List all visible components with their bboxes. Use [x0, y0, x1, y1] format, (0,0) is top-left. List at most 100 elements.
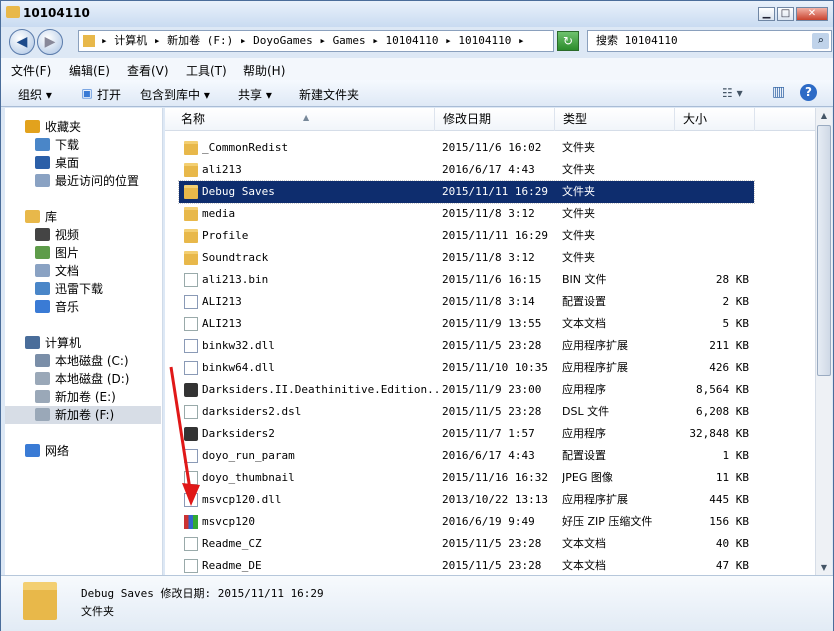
- maximize-button[interactable]: □: [777, 7, 794, 21]
- music-icon: [35, 300, 50, 313]
- file-row[interactable]: ali213 2016/6/17 4:43 文件夹: [179, 159, 754, 181]
- scrollbar-thumb[interactable]: [817, 125, 831, 376]
- minimize-button[interactable]: ▁: [758, 7, 775, 21]
- nav-item[interactable]: 新加卷 (F:): [5, 406, 161, 424]
- file-type: DSL 文件: [562, 405, 610, 418]
- back-icon[interactable]: ◀: [9, 29, 35, 55]
- file-row[interactable]: ALI213 2015/11/8 3:14 配置设置 2 KB: [179, 291, 754, 313]
- file-row[interactable]: binkw32.dll 2015/11/5 23:28 应用程序扩展 211 KB: [179, 335, 754, 357]
- file-date: 2015/11/8 3:12: [442, 251, 535, 264]
- nav-item-label: 新加卷 (E:): [55, 390, 116, 404]
- file-row[interactable]: ALI213 2015/11/9 13:55 文本文档 5 KB: [179, 313, 754, 335]
- file-date: 2015/11/11 16:29: [442, 185, 548, 198]
- search-icon[interactable]: ⌕: [812, 33, 829, 49]
- file-name: msvcp120.dll: [202, 493, 282, 506]
- search-input[interactable]: 搜索 10104110 ⌕: [587, 30, 832, 52]
- close-button[interactable]: ✕: [796, 7, 828, 21]
- document-icon: [184, 559, 198, 573]
- folder-icon: [184, 251, 198, 265]
- menu-help[interactable]: 帮助(H): [243, 62, 285, 79]
- refresh-icon[interactable]: ↻: [557, 31, 579, 51]
- menu-tools[interactable]: 工具(T): [186, 62, 227, 79]
- column-header-type[interactable]: 类型: [555, 108, 675, 131]
- file-date: 2016/6/17 4:43: [442, 449, 535, 462]
- nav-item[interactable]: 最近访问的位置: [35, 172, 139, 190]
- star-icon: [25, 120, 40, 133]
- file-type: 文本文档: [562, 317, 606, 330]
- file-size: 6,208 KB: [696, 405, 749, 418]
- nav-item[interactable]: 本地磁盘 (D:): [35, 370, 129, 388]
- file-row[interactable]: _CommonRedist 2015/11/6 16:02 文件夹: [179, 137, 754, 159]
- file-row[interactable]: msvcp120 2016/6/19 9:49 好压 ZIP 压缩文件 156 KB: [179, 511, 754, 533]
- organize-button[interactable]: 组织 ▾: [18, 86, 52, 103]
- nav-item[interactable]: 计算机: [25, 334, 81, 352]
- nav-item[interactable]: 库: [25, 208, 57, 226]
- folder-icon: [184, 163, 198, 177]
- forward-icon[interactable]: ▶: [37, 29, 63, 55]
- file-row[interactable]: Darksiders.II.Deathinitive.Edition... 201…: [179, 379, 754, 401]
- file-name: doyo_run_param: [202, 449, 295, 462]
- file-name: Readme_CZ: [202, 537, 262, 550]
- file-type: BIN 文件: [562, 273, 607, 286]
- file-row[interactable]: doyo_run_param 2016/6/17 4:43 配置设置 1 KB: [179, 445, 754, 467]
- file-row[interactable]: Readme_CZ 2015/11/5 23:28 文本文档 40 KB: [179, 533, 754, 555]
- nav-item[interactable]: 收藏夹: [25, 118, 81, 136]
- file-name: Profile: [202, 229, 249, 242]
- file-list: 名称 ▲ 修改日期 类型 大小 _CommonRedist 2015/11/6 1…: [165, 108, 815, 575]
- nav-item-label: 迅雷下载: [55, 282, 104, 296]
- menu-edit[interactable]: 编辑(E): [69, 62, 110, 79]
- drive-icon: [35, 372, 50, 385]
- file-row[interactable]: binkw64.dll 2015/11/10 10:35 应用程序扩展 426 KB: [179, 357, 754, 379]
- open-button[interactable]: 打开: [97, 86, 121, 103]
- nav-item[interactable]: 新加卷 (E:): [35, 388, 116, 406]
- nav-item[interactable]: 迅雷下载: [35, 280, 103, 298]
- share-button[interactable]: 共享 ▾: [238, 86, 272, 103]
- title-bar[interactable]: 10104110 ▁ □ ✕: [1, 1, 833, 27]
- help-icon[interactable]: ?: [800, 84, 817, 101]
- file-type: 文件夹: [562, 163, 595, 176]
- nav-item[interactable]: 图片: [35, 244, 79, 262]
- nav-item[interactable]: 音乐: [35, 298, 79, 316]
- nav-item-label: 新加卷 (F:): [55, 408, 115, 422]
- menu-file[interactable]: 文件(F): [11, 62, 51, 79]
- column-header-name[interactable]: 名称 ▲: [173, 108, 435, 131]
- settings-file-icon: [184, 339, 198, 353]
- file-row[interactable]: media 2015/11/8 3:12 文件夹: [179, 203, 754, 225]
- address-bar[interactable]: ▸ 计算机 ▸ 新加卷 (F:) ▸ DoyoGames ▸ Games ▸ 1…: [78, 30, 554, 52]
- preview-pane-icon[interactable]: ▥: [772, 84, 785, 100]
- file-row[interactable]: darksiders2.dsl 2015/11/5 23:28 DSL 文件 6,20…: [179, 401, 754, 423]
- include-in-library-button[interactable]: 包含到库中 ▾: [140, 86, 210, 103]
- nav-item[interactable]: 文档: [35, 262, 79, 280]
- file-size: 2 KB: [722, 295, 750, 308]
- nav-item-label: 文档: [55, 264, 80, 278]
- file-row[interactable]: ali213.bin 2015/11/6 16:15 BIN 文件 28 KB: [179, 269, 754, 291]
- menu-view[interactable]: 查看(V): [127, 62, 169, 79]
- file-date: 2015/11/9 13:55: [442, 317, 542, 330]
- scroll-down-icon[interactable]: ▼: [817, 560, 831, 575]
- file-name: ali213: [202, 163, 242, 176]
- file-size: 211 KB: [709, 339, 749, 352]
- file-date: 2015/11/5 23:28: [442, 339, 542, 352]
- nav-item[interactable]: 本地磁盘 (C:): [35, 352, 129, 370]
- scroll-up-icon[interactable]: ▲: [817, 108, 831, 123]
- file-row[interactable]: msvcp120.dll 2013/10/22 13:13 应用程序扩展 445 KB: [179, 489, 754, 511]
- nav-item[interactable]: 网络: [25, 442, 69, 460]
- file-row[interactable]: doyo_thumbnail 2015/11/16 16:32 JPEG 图像 11 …: [179, 467, 754, 489]
- column-header-size[interactable]: 大小: [675, 108, 755, 131]
- file-row[interactable]: Debug Saves 2015/11/11 16:29 文件夹: [178, 180, 755, 204]
- change-view-icon[interactable]: ☷ ▾: [722, 86, 743, 100]
- nav-item[interactable]: 视频: [35, 226, 79, 244]
- file-name: binkw32.dll: [202, 339, 275, 352]
- nav-item[interactable]: 下载: [35, 136, 79, 154]
- column-header-date[interactable]: 修改日期: [435, 108, 555, 131]
- file-row[interactable]: Darksiders2 2015/11/7 1:57 应用程序 32,848 KB: [179, 423, 754, 445]
- file-row[interactable]: Soundtrack 2015/11/8 3:12 文件夹: [179, 247, 754, 269]
- nav-item[interactable]: 桌面: [35, 154, 79, 172]
- file-type: 文本文档: [562, 559, 606, 572]
- nav-item-label: 图片: [55, 246, 80, 260]
- file-row[interactable]: Readme_DE 2015/11/5 23:28 文本文档 47 KB: [179, 555, 754, 575]
- nav-item-label: 本地磁盘 (D:): [55, 372, 130, 386]
- new-folder-button[interactable]: 新建文件夹: [299, 86, 359, 103]
- file-row[interactable]: Profile 2015/11/11 16:29 文件夹: [179, 225, 754, 247]
- vertical-scrollbar[interactable]: ▲ ▼: [815, 108, 832, 575]
